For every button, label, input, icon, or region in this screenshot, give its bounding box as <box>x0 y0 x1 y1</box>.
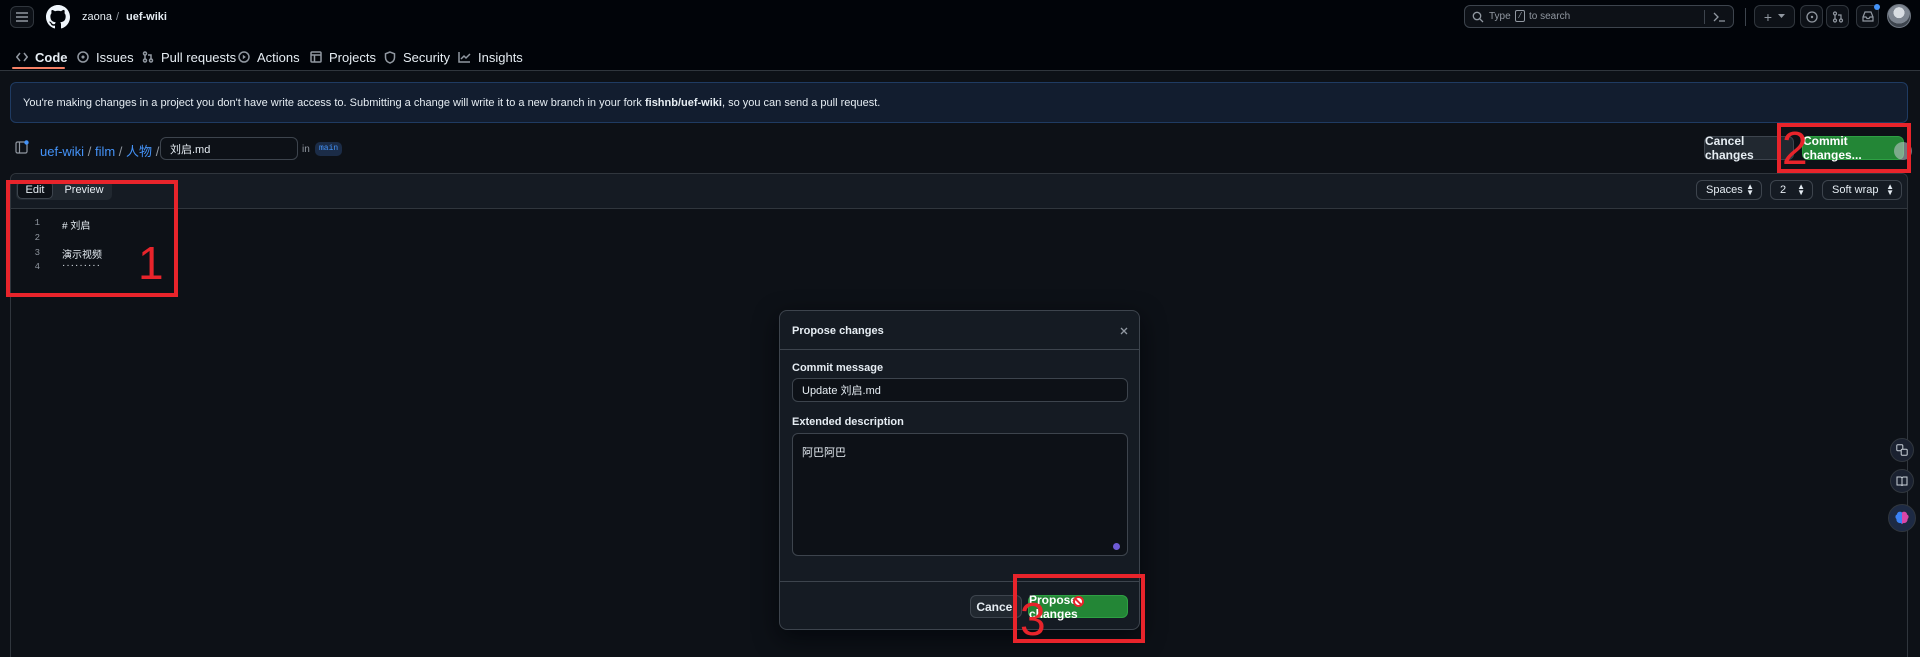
actions-icon <box>238 51 250 63</box>
book-icon <box>1896 476 1908 486</box>
textarea-extension-dot <box>1113 543 1120 550</box>
fork-notice-text-after: , so you can send a pull request. <box>721 97 881 109</box>
indent-mode-select[interactable]: Spaces ▲ ▼ <box>1696 180 1762 200</box>
tab-projects-label: Projects <box>329 49 376 65</box>
extended-description-textarea[interactable]: 阿巴阿巴 <box>792 433 1128 556</box>
select-caret-icon: ▲ ▼ <box>1797 182 1805 197</box>
code-icon <box>16 52 28 62</box>
annotation-number-1: 1 <box>138 237 164 289</box>
ai-assistant-button[interactable] <box>1888 504 1916 532</box>
repo-owner-link[interactable]: zaona <box>82 11 112 23</box>
tab-pull-requests-label: Pull requests <box>161 49 237 65</box>
fork-notice-banner: You're making changes in a project you d… <box>10 82 1908 123</box>
tab-code-label: Code <box>35 49 68 65</box>
dialog-title: Propose changes <box>792 325 884 337</box>
reader-button[interactable] <box>1890 469 1914 493</box>
wrap-mode-select[interactable]: Soft wrap ▲ ▼ <box>1822 180 1902 200</box>
brain-icon <box>1895 511 1909 524</box>
graph-icon <box>458 52 471 63</box>
dialog-close-button[interactable] <box>1116 323 1132 339</box>
tab-issues-label: Issues <box>96 49 134 65</box>
search-divider <box>1704 10 1705 24</box>
commit-message-input[interactable] <box>792 378 1128 402</box>
tab-security-label: Security <box>403 49 450 65</box>
issue-opened-icon <box>1805 10 1818 23</box>
tab-actions-label: Actions <box>257 49 300 65</box>
app-header: zaona / uef-wiki Type / to search + Code… <box>0 0 1920 71</box>
commit-message-label: Commit message <box>792 362 884 374</box>
tab-security[interactable]: Security <box>384 44 450 70</box>
fork-notice-text-before: You're making changes in a project you d… <box>23 97 642 109</box>
breadcrumb-sep-2: / <box>118 144 123 159</box>
command-palette-icon[interactable] <box>1713 11 1726 23</box>
breadcrumb-sep-1: / <box>87 144 92 159</box>
tab-pull-requests[interactable]: Pull requests <box>142 44 236 70</box>
close-icon <box>1120 327 1128 335</box>
breadcrumb-repo-link[interactable]: uef-wiki <box>40 144 84 159</box>
wrap-mode-value: Soft wrap <box>1832 184 1879 196</box>
in-label: in <box>302 144 310 155</box>
breadcrumb: uef-wiki / film / 人物 / <box>40 141 159 160</box>
search-placeholder-type: Type <box>1489 11 1511 22</box>
translate-button[interactable] <box>1890 438 1914 462</box>
indent-mode-value: Spaces <box>1706 184 1743 196</box>
tab-code-underline <box>12 67 65 69</box>
plus-icon: + <box>1763 8 1773 25</box>
search-icon <box>1472 11 1484 23</box>
search-shortcut-key: / <box>1515 10 1525 22</box>
github-logo-icon[interactable] <box>46 5 70 29</box>
repo-path-separator: / <box>116 11 120 23</box>
shield-icon <box>384 50 396 64</box>
translate-icon <box>1896 444 1908 456</box>
search-input[interactable]: Type / to search <box>1464 5 1734 28</box>
tab-insights-label: Insights <box>478 49 523 65</box>
notification-dot <box>1874 4 1880 10</box>
extended-description-label: Extended description <box>792 416 904 428</box>
breadcrumb-folder-people[interactable]: 人物 <box>126 144 152 159</box>
extended-description-value: 阿巴阿巴 <box>802 447 846 459</box>
indent-size-select[interactable]: 2 ▲ ▼ <box>1770 180 1813 200</box>
chevron-down-icon <box>1778 14 1786 18</box>
table-icon <box>310 51 322 63</box>
tab-issues[interactable]: Issues <box>77 44 134 70</box>
inbox-button[interactable] <box>1856 4 1880 28</box>
file-tree-toggle-icon[interactable] <box>15 140 29 154</box>
branch-badge: main <box>315 142 343 156</box>
breadcrumb-folder-film[interactable]: film <box>95 144 115 159</box>
annotation-number-3: 3 <box>1020 593 1046 645</box>
issue-icon <box>77 51 89 63</box>
tab-projects[interactable]: Projects <box>310 44 376 70</box>
annotation-number-2: 2 <box>1782 122 1808 174</box>
hamburger-menu-button[interactable] <box>10 6 34 28</box>
editor-toolbar <box>11 174 1907 209</box>
breadcrumb-sep-3: / <box>155 144 160 159</box>
pull-request-icon <box>1832 10 1843 23</box>
select-caret-icon: ▲ ▼ <box>1886 182 1894 197</box>
dialog-header-divider <box>780 349 1139 350</box>
create-new-button[interactable]: + <box>1754 5 1795 28</box>
hamburger-icon <box>16 12 28 22</box>
issues-button[interactable] <box>1800 5 1823 28</box>
search-placeholder-rest: to search <box>1529 11 1571 22</box>
avatar[interactable] <box>1887 4 1911 28</box>
fork-notice-text: You're making changes in a project you d… <box>23 97 880 109</box>
pull-request-icon <box>142 51 154 63</box>
dialog-cancel-label: Cancel <box>976 599 1016 614</box>
filename-input[interactable] <box>160 137 298 160</box>
fork-name: fishnb/uef-wiki <box>644 97 722 109</box>
tab-insights[interactable]: Insights <box>458 44 523 70</box>
repo-name-link[interactable]: uef-wiki <box>126 11 167 23</box>
inbox-icon <box>1861 11 1874 22</box>
header-divider <box>1745 8 1746 26</box>
select-caret-icon: ▲ ▼ <box>1746 182 1754 197</box>
tab-actions[interactable]: Actions <box>238 44 300 70</box>
pull-requests-button[interactable] <box>1826 5 1849 28</box>
indent-size-value: 2 <box>1780 184 1787 196</box>
